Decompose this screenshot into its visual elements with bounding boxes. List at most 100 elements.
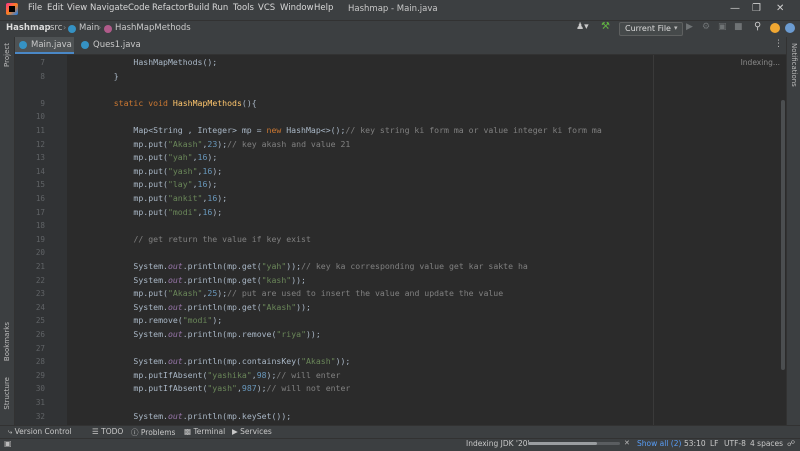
user-icon[interactable]: ♟▾ (576, 22, 589, 32)
menu-run[interactable]: Run (212, 3, 228, 13)
tab-main-java[interactable]: Main.java (14, 37, 74, 54)
run-icon[interactable]: ▶ (686, 22, 693, 32)
code-line[interactable]: System.out.println(mp.get("Akash")); (94, 302, 311, 312)
structure-tool-button[interactable]: Structure (3, 377, 11, 410)
code-editor[interactable]: Indexing... HashMapMethods(); } static v… (67, 55, 786, 425)
right-margin-guide (653, 55, 654, 425)
menu-build[interactable]: Build (188, 3, 209, 13)
build-hammer-icon[interactable]: ⚒ (601, 21, 610, 32)
menu-view[interactable]: View (67, 3, 87, 13)
code-line[interactable]: mp.put("Akash",23);// key akash and valu… (94, 139, 350, 149)
line-number: 29 (35, 370, 45, 380)
menu-file[interactable]: File (28, 3, 42, 13)
code-line[interactable]: mp.put("Akash",25);// put are used to in… (94, 288, 503, 298)
line-number: 22 (35, 275, 45, 285)
caret-position[interactable]: 53:10 (684, 439, 706, 448)
line-number: 11 (35, 126, 45, 135)
code-line[interactable]: System.out.println(mp.containsKey("Akash… (94, 356, 350, 366)
line-number: 18 (35, 221, 45, 231)
java-class-icon (19, 41, 27, 49)
breadcrumb-method[interactable]: HashMapMethods (115, 23, 191, 33)
toggle-tool-windows-icon[interactable]: ▣ (4, 439, 12, 448)
line-number: 23 (35, 289, 45, 299)
tool-todo[interactable]: ☰ TODO (92, 427, 123, 436)
show-all-link[interactable]: Show all (2) (637, 439, 681, 448)
code-line[interactable]: System.out.println(mp.get("kash")); (94, 275, 306, 285)
indent-setting[interactable]: 4 spaces (750, 439, 783, 448)
tool-services[interactable]: ▶ Services (232, 427, 272, 436)
tool-label: TODO (101, 427, 124, 436)
line-number: 26 (35, 330, 45, 339)
code-line[interactable]: } (94, 71, 119, 81)
code-line[interactable]: mp.remove("modi"); (94, 315, 222, 325)
line-number: 10 (35, 112, 45, 122)
breadcrumb-main[interactable]: Main (79, 23, 99, 33)
tool-version-control[interactable]: ⤷ Version Control (8, 427, 72, 437)
search-icon[interactable]: ⚲ (754, 21, 761, 32)
tool-problems[interactable]: ⓘ Problems (131, 427, 175, 438)
tab-ques1-java[interactable]: Ques1.java (76, 37, 146, 54)
line-separator[interactable]: LF (710, 439, 719, 448)
close-icon[interactable]: ✕ (776, 3, 784, 14)
code-line[interactable]: mp.put("yash",16); (94, 166, 222, 176)
code-line[interactable]: mp.put("ankit",16); (94, 193, 227, 203)
code-line[interactable]: System.out.println(mp.remove("riya")); (94, 329, 320, 339)
coverage-icon[interactable]: ▣ (718, 22, 727, 32)
vertical-scrollbar[interactable] (781, 100, 785, 370)
lock-icon[interactable]: ☍ (787, 439, 795, 448)
line-number: 32 (35, 411, 45, 421)
line-number: 20 (35, 248, 45, 258)
chevron-right-icon: › (98, 23, 102, 32)
indexing-status[interactable]: Indexing JDK '20' (466, 439, 530, 448)
code-line[interactable]: HashMapMethods(); (94, 57, 217, 67)
menu-refactor[interactable]: Refactor (152, 3, 188, 13)
class-icon (68, 25, 76, 33)
window-title: Hashmap - Main.java (348, 4, 438, 14)
minimize-icon[interactable]: — (730, 3, 740, 14)
restore-icon[interactable]: ❐ (752, 3, 761, 14)
code-line[interactable]: mp.put("modi",16); (94, 207, 222, 217)
settings-avatar-icon[interactable] (785, 23, 795, 33)
menu-help[interactable]: Help (314, 3, 333, 13)
menu-vcs[interactable]: VCS (258, 3, 275, 13)
notifications-tool-button[interactable]: Notifications (790, 43, 798, 87)
code-line[interactable]: System.out.println(mp.keySet()); (94, 411, 291, 421)
line-number: 31 (35, 398, 45, 407)
line-number: 15 (35, 180, 45, 190)
breadcrumb-src[interactable]: src (50, 23, 62, 33)
tab-label: Ques1.java (93, 40, 141, 50)
project-tool-button[interactable]: Project (3, 43, 11, 67)
status-bar: ▣ Indexing JDK '20' Show all (2) 53:10 L… (0, 438, 800, 451)
chevron-right-icon: › (44, 23, 48, 32)
chevron-down-icon: ▾ (674, 24, 678, 32)
line-number: 17 (35, 207, 45, 217)
menu-navigate[interactable]: Navigate (90, 3, 128, 13)
code-line[interactable]: System.out.println(mp.get("yah"));// key… (94, 261, 527, 271)
code-line[interactable]: mp.putIfAbsent("yashika",98);// will ent… (94, 370, 340, 380)
debug-icon[interactable]: ⚙ (702, 22, 710, 32)
file-encoding[interactable]: UTF-8 (724, 439, 746, 448)
tool-label: Problems (140, 428, 176, 437)
left-tool-strip: Project Bookmarks Structure (0, 37, 15, 425)
chevron-right-icon: › (63, 23, 67, 32)
stop-icon[interactable]: ■ (734, 22, 743, 32)
updates-icon[interactable] (770, 23, 780, 33)
code-line[interactable]: mp.putIfAbsent("yash",987);// will not e… (94, 383, 350, 393)
code-line[interactable]: mp.put("yah",16); (94, 152, 217, 162)
tool-terminal[interactable]: ▩ Terminal (184, 427, 225, 436)
code-line[interactable]: mp.put("lay",16); (94, 179, 217, 189)
run-config-select[interactable]: Current File ▾ (619, 22, 683, 36)
menu-edit[interactable]: Edit (47, 3, 63, 13)
bookmarks-tool-button[interactable]: Bookmarks (3, 322, 11, 361)
java-class-icon (81, 41, 89, 49)
menu-window[interactable]: Window (280, 3, 314, 13)
cancel-indexing-icon[interactable]: ✕ (624, 439, 630, 447)
navigation-bar: Hashmap › src › Main › HashMapMethods ♟▾… (0, 20, 800, 37)
code-line[interactable]: Map<String , Integer> mp = new HashMap<>… (94, 125, 601, 135)
more-tabs-icon[interactable]: ⋮ (774, 39, 783, 49)
code-line[interactable]: static void HashMapMethods(){ (94, 98, 257, 108)
menu-tools[interactable]: Tools (233, 3, 254, 13)
menu-code[interactable]: Code (128, 3, 150, 13)
code-line[interactable]: // get return the value if key exist (94, 234, 310, 244)
editor-tab-bar: Main.java Ques1.java ⋮ (14, 37, 786, 55)
